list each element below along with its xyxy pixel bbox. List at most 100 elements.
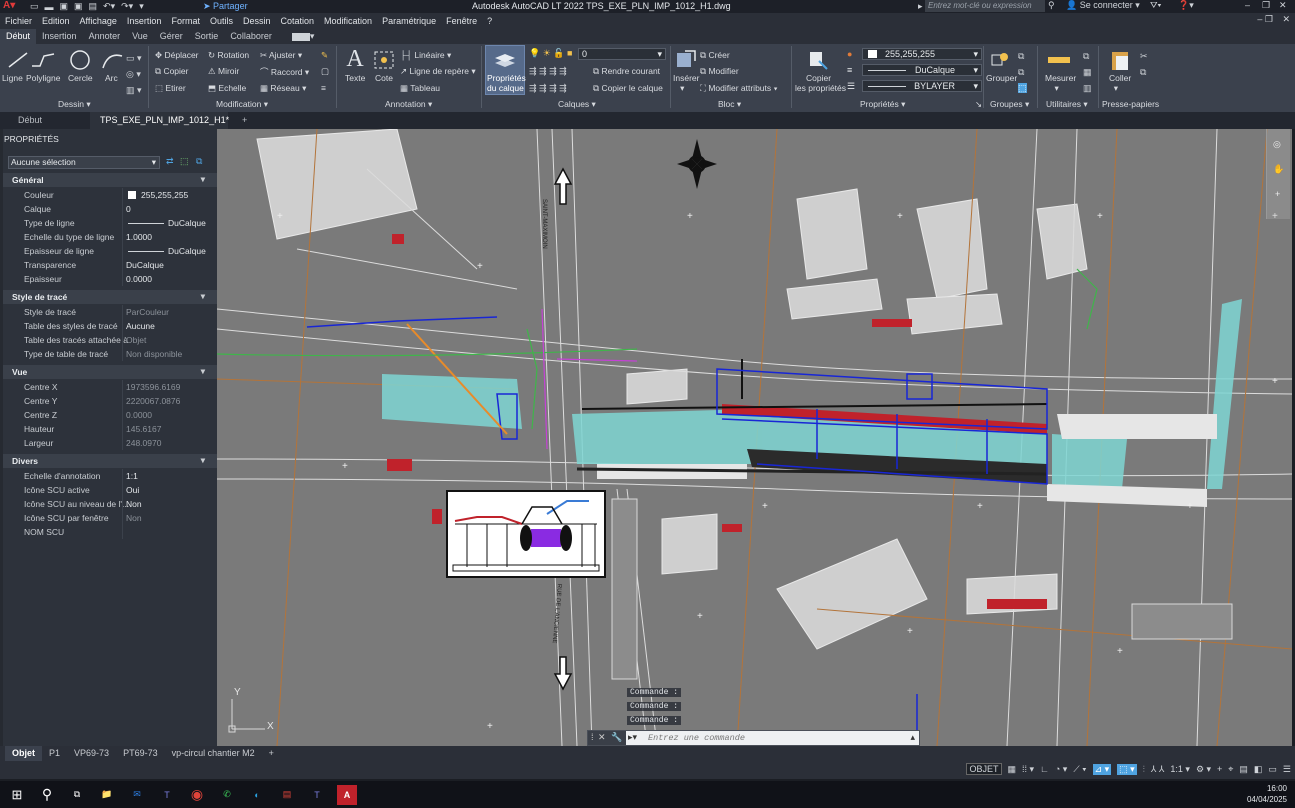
grip-icon[interactable]: ⁞: [591, 732, 594, 742]
move-button[interactable]: ✥ Déplacer: [155, 50, 199, 61]
section-header-vue[interactable]: Vue ▾: [0, 365, 217, 379]
history-chevron-icon[interactable]: ▴: [910, 732, 915, 743]
zoom-icon[interactable]: +: [1275, 189, 1280, 199]
menu-item[interactable]: Insertion: [122, 16, 167, 26]
property-row[interactable]: Hauteur 145.6167: [0, 422, 217, 436]
ribbon-tab[interactable]: Début: [0, 29, 37, 44]
polyline-icon[interactable]: [29, 47, 57, 73]
file-explorer-icon[interactable]: 📁: [97, 785, 117, 805]
steering-wheel-icon[interactable]: ◎: [1273, 139, 1281, 150]
layout-tab[interactable]: PT69-73: [116, 746, 165, 761]
tab-debut[interactable]: Début: [8, 112, 52, 129]
group-button[interactable]: Grouper: [986, 73, 1017, 83]
section-header-trace[interactable]: Style de tracé ▾: [0, 290, 217, 304]
property-row[interactable]: Centre Z 0.0000: [0, 408, 217, 422]
fillet-button[interactable]: ⌒ Raccord ▾: [260, 66, 309, 78]
quick-select-icon[interactable]: ⧉: [196, 156, 202, 167]
property-row[interactable]: Icône SCU active Oui: [0, 483, 217, 497]
panel-dessin[interactable]: Dessin ▾: [58, 99, 91, 110]
collapse-chevron-icon[interactable]: ▾: [201, 291, 205, 302]
command-line[interactable]: ⁞ ✕ 🔧 ▸▾ Entrez une commande ▴: [587, 730, 920, 746]
property-row[interactable]: Centre Y 2220067.0876: [0, 394, 217, 408]
save-icon[interactable]: ▣: [60, 1, 69, 12]
draw-extra-icons[interactable]: ▭ ▾ ◎ ▾ ▥ ▾: [126, 50, 142, 98]
panel-modification[interactable]: Modification ▾: [216, 99, 268, 110]
whatsapp-icon[interactable]: ✆: [217, 785, 237, 805]
menu-item[interactable]: Fichier: [0, 16, 37, 26]
layout-tab[interactable]: vp-circul chantier M2: [165, 746, 262, 761]
paste-button[interactable]: Coller ▾: [1109, 73, 1131, 94]
group-tools-icons[interactable]: ⧉ ⧉ ⬚: [1018, 48, 1027, 96]
lineweight-dropdown[interactable]: BYLAYER ▾: [862, 80, 982, 92]
plus-icon[interactable]: +: [1217, 764, 1222, 774]
make-current-button[interactable]: ⧉ Rendre courant: [593, 66, 660, 77]
save-as-icon[interactable]: ▣: [74, 1, 83, 12]
property-row[interactable]: Icône SCU au niveau de l'... Non: [0, 497, 217, 511]
property-row[interactable]: Epaisseur de ligne DuCalque: [0, 244, 217, 258]
rotate-button[interactable]: ↻ Rotation: [208, 50, 249, 61]
panel-bloc[interactable]: Bloc ▾: [718, 99, 741, 110]
units-icon[interactable]: ⌖: [1228, 764, 1233, 775]
otrack-icon[interactable]: ⬚ ▾: [1117, 763, 1137, 775]
ribbon-toggle-icon[interactable]: [291, 32, 310, 41]
teams-alt-icon[interactable]: T: [307, 785, 327, 805]
panel-proprietes[interactable]: Propriétés ▾: [860, 99, 905, 110]
grid-icon[interactable]: ▦: [1008, 764, 1017, 775]
property-row[interactable]: Couleur 255,255,255: [0, 188, 217, 202]
quick-properties-icon[interactable]: ▤: [1239, 764, 1248, 775]
line-icon[interactable]: [4, 47, 32, 73]
new-tab-icon[interactable]: +: [232, 112, 257, 129]
task-view-icon[interactable]: ⧉: [67, 785, 87, 805]
annotation-scale[interactable]: 1:1 ▾: [1170, 764, 1190, 775]
menu-item[interactable]: Modification: [319, 16, 377, 26]
arc-button[interactable]: Arc: [105, 73, 118, 83]
property-row[interactable]: NOM SCU: [0, 525, 217, 539]
edit-block-button[interactable]: ⧉ Modifier: [700, 66, 739, 77]
doc-minimize-icon[interactable]: – ❐: [1257, 14, 1273, 25]
table-button[interactable]: ▦ Tableau: [400, 83, 440, 94]
property-row[interactable]: Centre X 1973596.6169: [0, 380, 217, 394]
collapse-chevron-icon[interactable]: ▾: [201, 366, 205, 377]
close-icon[interactable]: ✕: [1279, 0, 1287, 11]
polyline-button[interactable]: Polyligne: [26, 73, 61, 83]
new-icon[interactable]: ▭: [30, 1, 39, 12]
navigation-bar[interactable]: ◎ ✋ +: [1266, 129, 1290, 219]
windows-start-icon[interactable]: ⊞: [7, 785, 27, 805]
menu-item[interactable]: Affichage: [75, 16, 122, 26]
match-properties-label1[interactable]: Copier: [806, 73, 831, 83]
collapse-chevron-icon[interactable]: ▾: [201, 174, 205, 185]
ribbon-toggle-chevron-icon[interactable]: ▾: [310, 31, 315, 42]
circle-icon[interactable]: [66, 47, 94, 73]
search-icon[interactable]: ⚲: [1048, 0, 1055, 11]
menu-item[interactable]: Paramétrique: [377, 16, 441, 26]
restore-icon[interactable]: ❐: [1262, 0, 1270, 11]
paste-icon[interactable]: [1106, 48, 1134, 72]
clock[interactable]: 16:00 04/04/2025: [1247, 783, 1287, 805]
create-block-button[interactable]: ⧉ Créer: [700, 50, 730, 61]
palette-grip[interactable]: [0, 129, 3, 746]
chrome-icon[interactable]: ◉: [187, 785, 207, 805]
app-logo-icon[interactable]: A▾: [3, 0, 15, 11]
model-toggle[interactable]: OBJET: [966, 763, 1002, 775]
annotation-visibility-icon[interactable]: ⅄ ⅄: [1151, 764, 1165, 775]
menu-item[interactable]: Dessin: [238, 16, 276, 26]
mirror-button[interactable]: ⚠ Miroir: [208, 66, 239, 77]
property-row[interactable]: Type de table de tracé Non disponible: [0, 347, 217, 361]
doc-close-icon[interactable]: ✕: [1282, 14, 1290, 25]
arc-icon[interactable]: [98, 47, 126, 73]
dimension-icon[interactable]: [371, 48, 397, 72]
layer-tools-icons-2[interactable]: ⇶ ⇶ ⇶ ⇶: [529, 83, 567, 94]
snap-icon[interactable]: ⁞⁞ ▾: [1022, 764, 1034, 775]
property-row[interactable]: Table des styles de tracé Aucune: [0, 319, 217, 333]
pan-icon[interactable]: ✋: [1273, 164, 1284, 175]
undo-icon[interactable]: ↶▾: [103, 1, 115, 12]
close-icon[interactable]: ✕: [598, 732, 606, 743]
tab-drawing[interactable]: TPS_EXE_PLN_IMP_1012_H1*✕: [90, 112, 229, 142]
insert-button[interactable]: Insérer ▾: [673, 73, 699, 94]
property-row[interactable]: Calque 0: [0, 202, 217, 216]
layout-tab[interactable]: P1: [42, 746, 67, 761]
ribbon-tab[interactable]: Insertion: [36, 29, 83, 44]
stretch-button[interactable]: ⬚ Etirer: [155, 83, 186, 94]
share-button[interactable]: ➤ Partager: [203, 1, 248, 12]
signin-button[interactable]: 👤 Se connecter ▾: [1066, 0, 1140, 11]
